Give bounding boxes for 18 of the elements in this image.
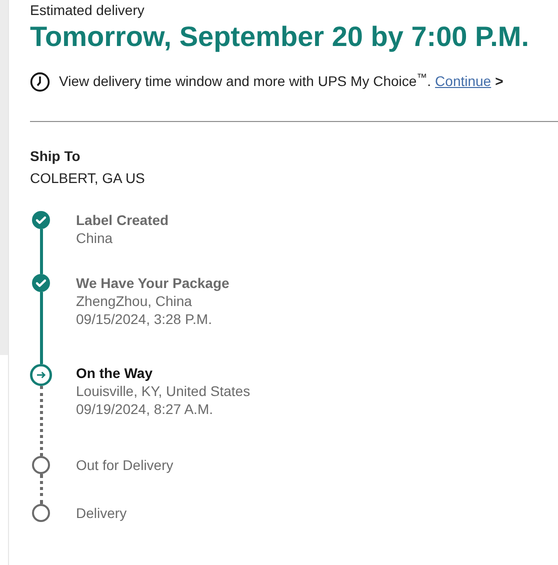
step-title: Out for Delivery xyxy=(76,456,174,474)
promo-text: View delivery time window and more with UPS My Choice$^{™}$. xyxy=(59,71,432,91)
estimate-label: Estimated delivery xyxy=(30,1,146,19)
ship-to-label: Ship To xyxy=(30,147,82,165)
delivery-date: Tomorrow, September 20 by 7:00 P.M. xyxy=(30,20,530,54)
ship-to-address: COLBERT, GA US xyxy=(30,169,146,187)
step-title: Label Created xyxy=(76,211,169,229)
step-detail: China xyxy=(76,229,114,247)
step-title: We Have Your Package xyxy=(76,274,230,292)
step-detail: 09/19/2024, 8:27 A.M. xyxy=(76,400,214,418)
clock-icon xyxy=(30,72,50,92)
step-detail: Louisville, KY, United States xyxy=(76,382,250,400)
step-title: On the Way xyxy=(76,364,154,382)
continue-link[interactable]: Continue xyxy=(435,71,492,92)
step-title: Delivery xyxy=(76,504,127,522)
chevron-text: > xyxy=(495,72,504,91)
step-detail: 09/15/2024, 3:28 P.M. xyxy=(76,310,213,328)
step-detail: ZhengZhou, China xyxy=(76,292,193,310)
